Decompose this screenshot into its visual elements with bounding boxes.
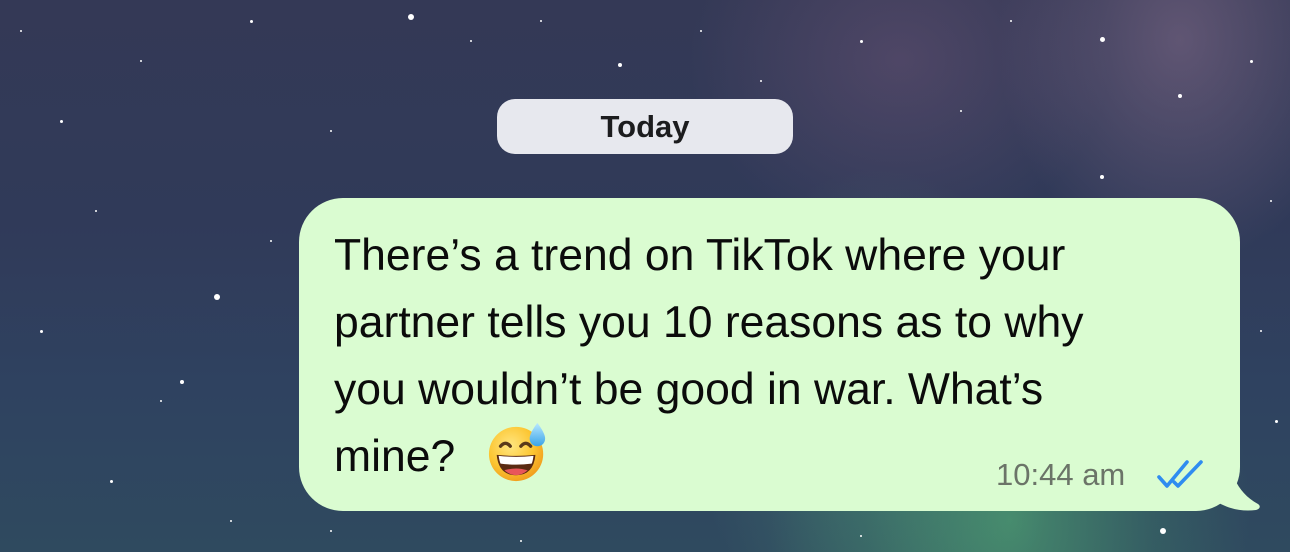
star bbox=[180, 380, 184, 384]
star bbox=[1178, 94, 1182, 98]
star bbox=[40, 330, 43, 333]
star bbox=[860, 535, 862, 537]
star bbox=[330, 530, 332, 532]
star bbox=[700, 30, 702, 32]
star bbox=[1160, 528, 1166, 534]
grinning-face-with-sweat-icon bbox=[488, 422, 546, 482]
star bbox=[230, 520, 232, 522]
star bbox=[760, 80, 762, 82]
star bbox=[160, 400, 162, 402]
star bbox=[330, 130, 332, 132]
star bbox=[408, 14, 414, 20]
star bbox=[540, 20, 542, 22]
star bbox=[1100, 175, 1104, 179]
star bbox=[618, 63, 622, 67]
star bbox=[1010, 20, 1012, 22]
star bbox=[470, 40, 472, 42]
star bbox=[270, 240, 272, 242]
bubble-tail bbox=[1214, 440, 1260, 511]
star bbox=[1275, 420, 1278, 423]
star bbox=[250, 20, 253, 23]
star bbox=[1270, 200, 1272, 202]
star bbox=[520, 540, 522, 542]
star bbox=[20, 30, 22, 32]
star bbox=[1260, 330, 1262, 332]
star bbox=[214, 294, 220, 300]
star bbox=[95, 210, 97, 212]
date-separator: Today bbox=[497, 99, 793, 154]
star bbox=[960, 110, 962, 112]
star bbox=[1100, 37, 1105, 42]
star bbox=[60, 120, 63, 123]
star bbox=[1250, 60, 1253, 63]
message-text: There’s a trend on TikTok where your par… bbox=[334, 231, 1084, 481]
message-timestamp: 10:44 am bbox=[996, 457, 1126, 492]
star bbox=[140, 60, 142, 62]
double-check-read-icon bbox=[1157, 460, 1203, 488]
star bbox=[860, 40, 863, 43]
star bbox=[110, 480, 113, 483]
